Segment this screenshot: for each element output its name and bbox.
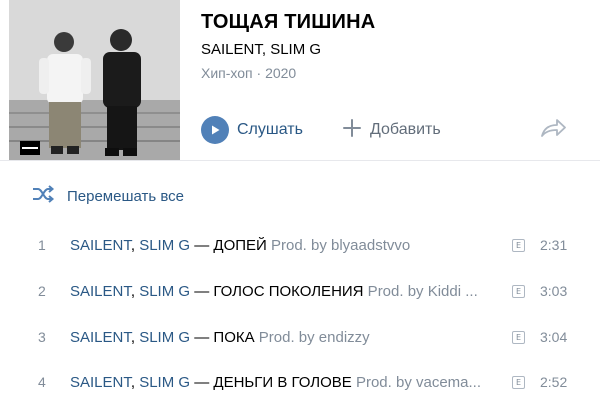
- track-artist-link[interactable]: SLIM G: [139, 374, 190, 391]
- title-dash: —: [190, 282, 214, 300]
- track-text: SAILENT, SLIM G — ДЕНЬГИ В ГОЛОВЕ Prod. …: [70, 374, 490, 391]
- album-year: 2020: [265, 65, 297, 81]
- artist-separator: ,: [130, 373, 140, 391]
- track-subtitle: Prod. by Kiddi ...: [363, 282, 478, 300]
- track-subtitle: Prod. by blyaadstvvo: [266, 236, 411, 254]
- track-number: 3: [38, 329, 46, 345]
- track-number: 1: [38, 237, 46, 253]
- title-dash: —: [190, 328, 214, 346]
- album-actions: Слушать Добавить: [201, 114, 586, 146]
- track-subtitle: Prod. by endizzy: [254, 328, 370, 346]
- listen-label: Слушать: [237, 121, 303, 138]
- artist-separator: ,: [130, 328, 140, 346]
- track-text: SAILENT, SLIM G — ГОЛОС ПОКОЛЕНИЯ Prod. …: [70, 283, 490, 300]
- track-artist-link[interactable]: SAILENT: [70, 237, 131, 254]
- track-row[interactable]: 3 SAILENT, SLIM G — ПОКА Prod. by endizz…: [0, 322, 600, 352]
- shuffle-all-button[interactable]: Перемешать все: [31, 185, 184, 208]
- track-text: SAILENT, SLIM G — ДОПЕЙ Prod. by blyaads…: [70, 237, 490, 254]
- add-button[interactable]: Добавить: [342, 114, 441, 146]
- album-cover-art: [9, 0, 180, 160]
- track-artist-link[interactable]: SAILENT: [70, 374, 131, 391]
- explicit-icon: E: [512, 238, 525, 252]
- track-subtitle: Prod. by vacema...: [351, 373, 482, 391]
- explicit-icon: E: [512, 375, 525, 389]
- album-genre[interactable]: Хип-хоп: [201, 65, 253, 81]
- track-duration: 2:52: [540, 374, 568, 390]
- track-duration: 2:31: [540, 237, 568, 253]
- play-icon: [201, 116, 229, 144]
- title-dash: —: [190, 373, 214, 391]
- track-title: ПОКА: [213, 328, 255, 346]
- explicit-icon: E: [512, 330, 525, 344]
- track-title: ДЕНЬГИ В ГОЛОВЕ: [213, 373, 352, 391]
- artist-separator: ,: [130, 282, 140, 300]
- track-artist-link[interactable]: SLIM G: [139, 283, 190, 300]
- track-number: 2: [38, 283, 46, 299]
- meta-separator: ·: [256, 65, 262, 81]
- track-number: 4: [38, 374, 46, 390]
- album-cover[interactable]: [9, 0, 180, 160]
- shuffle-label: Перемешать все: [67, 188, 185, 205]
- track-duration: 3:04: [540, 329, 568, 345]
- album-artists[interactable]: SAILENT, SLIM G: [201, 41, 321, 58]
- track-title: ГОЛОС ПОКОЛЕНИЯ: [213, 282, 364, 300]
- track-row[interactable]: 2 SAILENT, SLIM G — ГОЛОС ПОКОЛЕНИЯ Prod…: [0, 276, 600, 306]
- share-button[interactable]: [539, 114, 567, 146]
- track-title: ДОПЕЙ: [213, 236, 267, 254]
- album-meta: Хип-хоп · 2020: [201, 65, 296, 81]
- artist-separator: ,: [130, 236, 140, 254]
- header-divider: [0, 160, 600, 161]
- shuffle-icon: [31, 185, 55, 208]
- track-text: SAILENT, SLIM G — ПОКА Prod. by endizzy: [70, 329, 490, 346]
- plus-icon: [342, 118, 362, 143]
- listen-button[interactable]: Слушать: [201, 114, 303, 146]
- track-artist-link[interactable]: SLIM G: [139, 237, 190, 254]
- track-artist-link[interactable]: SAILENT: [70, 329, 131, 346]
- track-row[interactable]: 4 SAILENT, SLIM G — ДЕНЬГИ В ГОЛОВЕ Prod…: [0, 367, 600, 397]
- track-duration: 3:03: [540, 283, 568, 299]
- track-artist-link[interactable]: SAILENT: [70, 283, 131, 300]
- add-label: Добавить: [370, 121, 441, 138]
- share-arrow-icon: [539, 117, 567, 144]
- title-dash: —: [190, 236, 214, 254]
- track-row[interactable]: 1 SAILENT, SLIM G — ДОПЕЙ Prod. by blyaa…: [0, 230, 600, 260]
- explicit-icon: E: [512, 284, 525, 298]
- album-title: ТОЩАЯ ТИШИНА: [201, 11, 376, 33]
- track-artist-link[interactable]: SLIM G: [139, 329, 190, 346]
